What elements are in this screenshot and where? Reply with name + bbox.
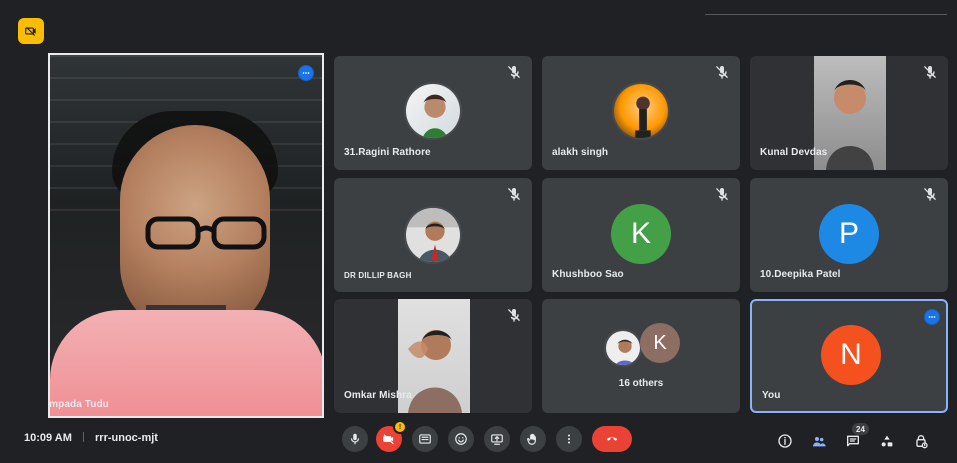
mic-off-icon <box>506 186 522 202</box>
avatar-letter: P <box>838 217 859 250</box>
host-controls-icon[interactable] <box>18 18 44 44</box>
camera-warning-badge: ! <box>395 422 405 432</box>
avatar-letter: N <box>840 338 862 371</box>
participant-tile[interactable]: K Khushboo Sao <box>542 178 740 292</box>
participant-name: 31.Ragini Rathore <box>344 147 431 158</box>
participant-name: DR DILLIP BAGH <box>344 271 412 280</box>
mic-off-icon <box>506 64 522 80</box>
others-label: 16 others <box>618 378 664 389</box>
more-options-icon[interactable] <box>298 65 314 81</box>
participant-avatar <box>404 206 462 264</box>
meeting-info: 10:09 AM rrr-unoc-mjt <box>24 432 158 444</box>
main-speaker-name: Dr Rampada Tudu <box>49 399 109 410</box>
top-divider-line <box>705 14 947 15</box>
participant-tile[interactable]: Omkar Mishra <box>334 299 532 413</box>
participant-tile[interactable]: 31.Ragini Rathore <box>334 56 532 170</box>
emoji-icon <box>455 433 467 445</box>
chat-icon <box>847 435 859 447</box>
participant-tile[interactable]: alakh singh <box>542 56 740 170</box>
participant-avatar <box>612 82 670 140</box>
avatar-letter: K <box>630 217 651 250</box>
end-call-button[interactable] <box>592 426 632 452</box>
meeting-details-button[interactable] <box>773 429 797 453</box>
present-screen-icon <box>491 434 503 445</box>
participant-name: Kunal Devdas <box>760 147 828 158</box>
present-button[interactable] <box>484 426 510 452</box>
chat-button[interactable] <box>841 429 865 453</box>
mic-off-icon <box>714 186 730 202</box>
participant-name: alakh singh <box>552 147 609 158</box>
mic-off-icon <box>922 64 938 80</box>
more-options-button[interactable] <box>556 426 582 452</box>
meeting-code: rrr-unoc-mjt <box>95 432 158 444</box>
participant-name: Khushboo Sao <box>552 269 624 280</box>
raise-hand-icon <box>527 433 536 445</box>
mic-off-icon <box>506 307 522 323</box>
raise-hand-button[interactable] <box>520 426 546 452</box>
meeting-time: 10:09 AM <box>24 432 72 444</box>
activities-icon <box>881 435 893 447</box>
others-tile[interactable]: K 16 others <box>542 299 740 413</box>
participant-avatar <box>404 82 462 140</box>
self-name: You <box>762 390 781 401</box>
camera-button[interactable]: ! <box>376 422 405 452</box>
participant-avatar: P <box>819 204 879 264</box>
activities-button[interactable] <box>875 429 899 453</box>
participant-tile[interactable]: P 10.Deepika Patel <box>750 178 948 292</box>
participant-tile[interactable]: DR DILLIP BAGH <box>334 178 532 292</box>
more-options-icon[interactable] <box>924 309 940 325</box>
emoji-button[interactable] <box>448 426 474 452</box>
more-vert-icon <box>567 434 571 444</box>
people-icon <box>813 437 826 447</box>
self-tile[interactable]: N You <box>750 299 948 413</box>
host-lock-icon <box>916 435 928 449</box>
participant-avatar: K <box>611 204 671 264</box>
participant-tile[interactable]: Kunal Devdas <box>750 56 948 170</box>
camera-off-icon <box>383 434 394 445</box>
speaker-glasses <box>145 216 267 250</box>
people-button[interactable]: 24 <box>807 423 869 453</box>
mic-off-icon <box>922 186 938 202</box>
participant-name: Omkar Mishra <box>344 390 412 401</box>
separator <box>82 432 84 442</box>
participant-name: 10.Deepika Patel <box>760 269 841 280</box>
bottom-bar: 10:09 AM rrr-unoc-mjt ! 24 <box>0 418 957 463</box>
right-icons: 24 <box>773 423 943 459</box>
others-avatar-photo <box>604 329 642 367</box>
others-avatar-letter: K <box>640 323 680 363</box>
google-meet-call-window: Dr Rampada Tudu <box>0 0 957 463</box>
host-controls-button[interactable] <box>909 429 933 453</box>
mic-button[interactable] <box>342 426 368 452</box>
avatar-letter: K <box>653 331 667 354</box>
captions-button[interactable] <box>412 426 438 452</box>
self-avatar: N <box>821 325 881 385</box>
info-icon <box>778 434 792 448</box>
mic-off-icon <box>714 64 730 80</box>
end-call-icon <box>606 437 618 441</box>
mic-icon <box>350 433 360 445</box>
others-avatars: K <box>604 323 694 367</box>
captions-icon <box>419 434 431 444</box>
main-speaker-tile[interactable]: Dr Rampada Tudu <box>48 53 324 418</box>
